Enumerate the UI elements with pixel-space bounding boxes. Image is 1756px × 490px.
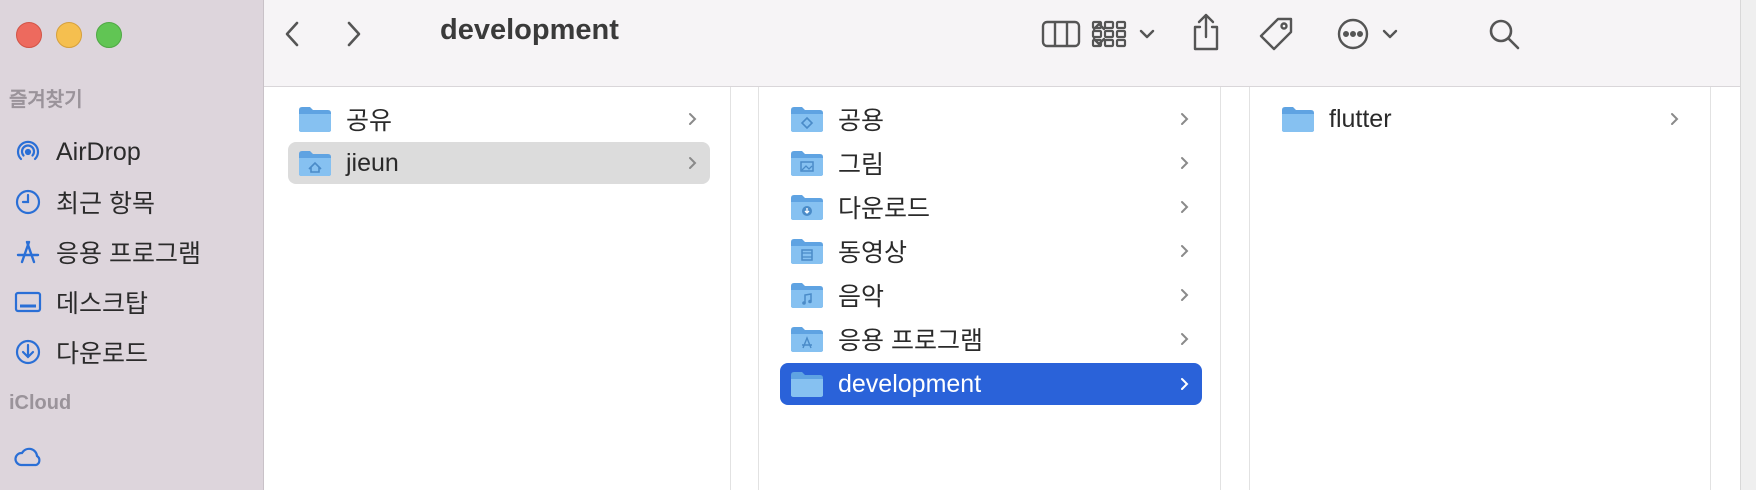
pictures-folder-icon [791, 151, 823, 176]
item-name: 공유 [346, 107, 393, 135]
chevron-right-icon [689, 157, 697, 169]
chevron-right-icon [689, 113, 697, 125]
chevron-down-icon [1139, 29, 1155, 39]
music-folder-icon [791, 283, 823, 308]
close-window-button[interactable] [16, 22, 42, 48]
share-icon [1193, 13, 1219, 51]
column-2: 공용 그림 다운로드 동영상 음악 응용 프로그램 development [759, 87, 1220, 490]
list-item[interactable]: 다운로드 [780, 186, 1202, 228]
sidebar-section-favorites: 즐겨찾기 [9, 89, 83, 111]
sidebar-item-applications[interactable]: 응용 프로그램 [12, 232, 252, 272]
chevron-right-icon [1181, 157, 1189, 169]
downloads-folder-icon [791, 195, 823, 220]
background-window-edge [1740, 0, 1756, 490]
folder-icon [791, 372, 823, 397]
applications-folder-icon [791, 327, 823, 352]
more-icon [1337, 18, 1369, 50]
list-item[interactable]: 응용 프로그램 [780, 318, 1202, 360]
item-name: 공용 [838, 107, 885, 135]
desktop-icon [12, 286, 44, 318]
item-name: 다운로드 [838, 195, 931, 223]
zoom-window-button[interactable] [96, 22, 122, 48]
list-item[interactable]: 공용 [780, 98, 1202, 140]
back-button[interactable] [272, 16, 312, 52]
column-3: flutter [1250, 87, 1710, 490]
list-item[interactable]: 공유 [288, 98, 710, 140]
chevron-right-icon [1181, 289, 1189, 301]
sidebar-item-icloud-drive[interactable] [12, 438, 252, 478]
list-item[interactable]: flutter [1271, 98, 1692, 140]
chevron-right-icon [1181, 113, 1189, 125]
sidebar-item-label: 데스크탑 [56, 290, 149, 318]
movies-folder-icon [791, 239, 823, 264]
column-divider[interactable] [1710, 87, 1711, 490]
column-divider[interactable] [1220, 87, 1221, 490]
cloud-icon [12, 442, 44, 474]
list-item[interactable]: development [780, 363, 1202, 405]
sidebar-item-label: 응용 프로그램 [56, 240, 201, 268]
applications-icon [12, 236, 44, 268]
chevron-right-icon [347, 21, 361, 47]
search-button[interactable] [1482, 12, 1526, 56]
column-view-icon [1041, 20, 1081, 48]
item-name: flutter [1329, 104, 1392, 133]
clock-icon [12, 186, 44, 218]
list-item[interactable]: 동영상 [780, 230, 1202, 272]
chevron-left-icon [285, 21, 299, 47]
item-name: development [838, 369, 982, 398]
sidebar-item-desktop[interactable]: 데스크탑 [12, 282, 252, 322]
airdrop-icon [12, 136, 44, 168]
search-icon [1489, 19, 1520, 50]
chevron-right-icon [1181, 201, 1189, 213]
list-item[interactable]: jieun [288, 142, 710, 184]
sidebar: 즐겨찾기 AirDrop 최근 항목 응용 프로그램 데스크탑 다운로드 iCl… [0, 0, 264, 490]
item-name: 음악 [838, 283, 885, 311]
group-grid-icon [1091, 20, 1127, 48]
home-folder-icon [299, 151, 331, 176]
more-actions-button[interactable] [1332, 12, 1402, 56]
item-name: 응용 프로그램 [838, 327, 983, 355]
item-name: 그림 [838, 151, 885, 179]
column-1: 공유 jieun [264, 87, 730, 490]
chevron-right-icon [1181, 245, 1189, 257]
public-folder-icon [791, 107, 823, 132]
column-divider[interactable] [730, 87, 731, 490]
chevron-right-icon [1181, 333, 1189, 345]
chevron-right-icon [1181, 378, 1189, 390]
sidebar-item-downloads[interactable]: 다운로드 [12, 332, 252, 372]
sidebar-item-airdrop[interactable]: AirDrop [12, 132, 252, 172]
share-button[interactable] [1184, 10, 1228, 54]
item-name: jieun [346, 148, 399, 177]
group-button[interactable] [1090, 14, 1156, 54]
sidebar-item-label: 최근 항목 [56, 190, 155, 218]
tag-icon [1259, 17, 1293, 51]
window-title: development [440, 14, 619, 46]
folder-icon [299, 107, 331, 132]
minimize-window-button[interactable] [56, 22, 82, 48]
item-name: 동영상 [838, 239, 908, 267]
download-icon [12, 336, 44, 368]
sidebar-item-recents[interactable]: 최근 항목 [12, 182, 252, 222]
list-item[interactable]: 그림 [780, 142, 1202, 184]
forward-button[interactable] [334, 16, 374, 52]
tag-button[interactable] [1254, 12, 1298, 56]
sidebar-item-label: AirDrop [56, 137, 141, 166]
sidebar-item-label: 다운로드 [56, 340, 149, 368]
list-item[interactable]: 음악 [780, 274, 1202, 316]
sidebar-section-icloud: iCloud [9, 392, 72, 414]
toolbar: development [264, 0, 1740, 87]
folder-icon [1282, 107, 1314, 132]
chevron-down-icon [1382, 29, 1398, 39]
chevron-right-icon [1671, 113, 1679, 125]
